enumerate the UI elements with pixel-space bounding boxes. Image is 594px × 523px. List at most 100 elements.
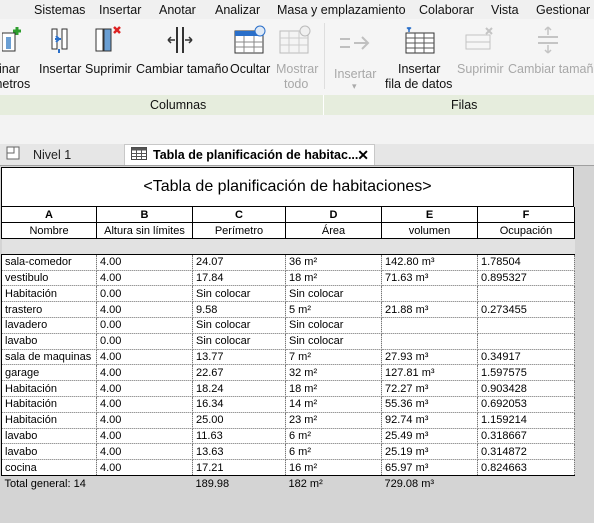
table-row[interactable]: cocina 4.00 17.21 16 m² 65.97 m³ 0.824663 bbox=[1, 459, 575, 477]
table-cell[interactable]: 0.895327 bbox=[477, 270, 575, 287]
table-cell[interactable]: Habitación bbox=[1, 412, 97, 429]
table-cell[interactable]: 25.00 bbox=[192, 412, 286, 429]
table-cell[interactable]: vestibulo bbox=[1, 270, 97, 287]
table-cell[interactable]: 32 m² bbox=[285, 364, 382, 382]
table-row[interactable]: lavadero 0.00 Sin colocar Sin colocar bbox=[1, 317, 575, 334]
table-cell[interactable]: Sin colocar bbox=[285, 333, 382, 350]
table-cell[interactable]: 6 m² bbox=[285, 443, 382, 461]
table-cell[interactable]: Sin colocar bbox=[285, 317, 382, 334]
table-cell[interactable]: 17.84 bbox=[192, 270, 286, 287]
table-cell[interactable]: 5 m² bbox=[285, 301, 382, 319]
table-cell[interactable]: 92.74 m³ bbox=[381, 412, 478, 429]
table-cell[interactable]: Habitación bbox=[1, 285, 97, 303]
menu-sistemas[interactable]: Sistemas bbox=[34, 3, 85, 17]
column-header[interactable]: Área bbox=[285, 222, 382, 240]
menu-insertar[interactable]: Insertar bbox=[99, 3, 141, 17]
table-cell[interactable] bbox=[477, 285, 575, 303]
table-cell[interactable]: 0.318667 bbox=[477, 428, 575, 445]
table-row[interactable]: vestibulo 4.00 17.84 18 m² 71.63 m³ 0.895327 bbox=[1, 270, 575, 287]
table-cell[interactable]: trastero bbox=[1, 301, 97, 319]
column-letter[interactable]: B bbox=[96, 207, 193, 224]
column-header[interactable]: Nombre bbox=[1, 222, 97, 240]
column-letter[interactable]: F bbox=[477, 207, 575, 224]
hide-column-button[interactable]: Ocultar bbox=[228, 19, 273, 94]
table-cell[interactable]: 0.00 bbox=[96, 285, 193, 303]
resize-row-button[interactable]: Cambiar tamaño bbox=[507, 19, 594, 94]
table-row[interactable]: sala de maquinas 4.00 13.77 7 m² 27.93 m³ 0.3… bbox=[1, 349, 575, 366]
table-cell[interactable]: 4.00 bbox=[96, 349, 193, 366]
show-all-button[interactable]: Mostrar todo bbox=[275, 19, 321, 94]
table-cell[interactable]: 0.00 bbox=[96, 317, 193, 334]
table-cell[interactable]: 27.93 m³ bbox=[381, 349, 478, 366]
table-cell[interactable]: 16 m² bbox=[285, 459, 382, 477]
table-cell[interactable]: 18 m² bbox=[285, 380, 382, 398]
table-row[interactable]: lavabo 4.00 11.63 6 m² 25.49 m³ 0.318667 bbox=[1, 428, 575, 445]
table-cell[interactable]: 0.00 bbox=[96, 333, 193, 350]
column-letter[interactable]: C bbox=[192, 207, 286, 224]
tab-schedule[interactable]: Tabla de planificación de habitac... ✕ bbox=[124, 144, 375, 165]
table-cell[interactable]: 4.00 bbox=[96, 364, 193, 382]
table-cell[interactable]: 14 m² bbox=[285, 396, 382, 413]
menu-masa-emplazamiento[interactable]: Masa y emplazamiento bbox=[277, 3, 406, 17]
table-cell[interactable]: 24.07 bbox=[192, 253, 286, 271]
menu-gestionar[interactable]: Gestionar bbox=[536, 3, 590, 17]
table-cell[interactable]: cocina bbox=[1, 459, 97, 477]
table-cell[interactable]: 0.34917 bbox=[477, 349, 575, 366]
insert-data-row-button[interactable]: Insertar fila de datos bbox=[384, 19, 454, 94]
delete-column-button[interactable]: Suprimir bbox=[84, 19, 132, 94]
tab-nivel-1[interactable]: Nivel 1 bbox=[0, 144, 124, 165]
table-cell[interactable]: sala de maquinas bbox=[1, 349, 97, 366]
table-row[interactable]: lavabo 4.00 13.63 6 m² 25.19 m³ 0.314872 bbox=[1, 443, 575, 461]
menu-analizar[interactable]: Analizar bbox=[215, 3, 260, 17]
table-cell[interactable]: 55.36 m³ bbox=[381, 396, 478, 413]
table-cell[interactable]: 0.824663 bbox=[477, 459, 575, 477]
column-letter[interactable]: A bbox=[1, 207, 97, 224]
table-cell[interactable]: 0.903428 bbox=[477, 380, 575, 398]
table-cell[interactable]: Habitación bbox=[1, 380, 97, 398]
table-cell[interactable]: 0.692053 bbox=[477, 396, 575, 413]
table-cell[interactable]: 72.27 m³ bbox=[381, 380, 478, 398]
schedule-title[interactable]: <Tabla de planificación de habitaciones> bbox=[1, 167, 574, 207]
table-cell[interactable]: 36 m² bbox=[285, 253, 382, 271]
table-cell[interactable]: 127.81 m³ bbox=[381, 364, 478, 382]
table-row[interactable]: trastero 4.00 9.58 5 m² 21.88 m³ 0.273455 bbox=[1, 301, 575, 319]
resize-column-button[interactable]: Cambiar tamaño bbox=[134, 19, 228, 94]
table-cell[interactable]: 0.314872 bbox=[477, 443, 575, 461]
table-cell[interactable]: 4.00 bbox=[96, 301, 193, 319]
table-row[interactable]: Habitación 0.00 Sin colocar Sin colocar bbox=[1, 285, 575, 303]
delete-row-button[interactable]: Suprimir bbox=[456, 19, 504, 94]
table-row[interactable]: Habitación 4.00 25.00 23 m² 92.74 m³ 1.159214 bbox=[1, 412, 575, 429]
table-cell[interactable]: 17.21 bbox=[192, 459, 286, 477]
table-cell[interactable]: 65.97 m³ bbox=[381, 459, 478, 477]
column-letter[interactable]: E bbox=[381, 207, 478, 224]
column-header[interactable]: Altura sin límites bbox=[96, 222, 193, 240]
table-cell[interactable]: Sin colocar bbox=[192, 333, 286, 350]
table-cell[interactable]: 25.19 m³ bbox=[381, 443, 478, 461]
insert-row-button[interactable]: Insertar ▾ bbox=[330, 19, 380, 94]
table-cell[interactable]: 0.273455 bbox=[477, 301, 575, 319]
table-cell[interactable]: 16.34 bbox=[192, 396, 286, 413]
table-cell[interactable] bbox=[381, 285, 478, 303]
insert-column-button[interactable]: Insertar bbox=[38, 19, 83, 94]
menu-vista[interactable]: Vista bbox=[491, 3, 519, 17]
table-cell[interactable]: 21.88 m³ bbox=[381, 301, 478, 319]
close-icon[interactable]: ✕ bbox=[357, 147, 369, 164]
table-cell[interactable]: garage bbox=[1, 364, 97, 382]
column-letter[interactable]: D bbox=[285, 207, 382, 224]
column-header[interactable]: Ocupación bbox=[477, 222, 575, 240]
table-cell[interactable] bbox=[477, 317, 575, 334]
table-cell[interactable] bbox=[381, 317, 478, 334]
table-cell[interactable]: 18.24 bbox=[192, 380, 286, 398]
table-cell[interactable]: 4.00 bbox=[96, 396, 193, 413]
column-header[interactable]: volumen bbox=[381, 222, 478, 240]
table-cell[interactable]: Habitación bbox=[1, 396, 97, 413]
table-cell[interactable]: sala-comedor bbox=[1, 253, 97, 271]
table-cell[interactable]: 13.63 bbox=[192, 443, 286, 461]
table-cell[interactable]: 25.49 m³ bbox=[381, 428, 478, 445]
table-cell[interactable]: 1.159214 bbox=[477, 412, 575, 429]
table-cell[interactable]: 4.00 bbox=[96, 459, 193, 477]
table-cell[interactable]: 7 m² bbox=[285, 349, 382, 366]
table-cell[interactable]: 22.67 bbox=[192, 364, 286, 382]
table-row[interactable]: sala-comedor 4.00 24.07 36 m² 142.80 m³ 1.785… bbox=[1, 253, 575, 271]
table-cell[interactable]: lavadero bbox=[1, 317, 97, 334]
